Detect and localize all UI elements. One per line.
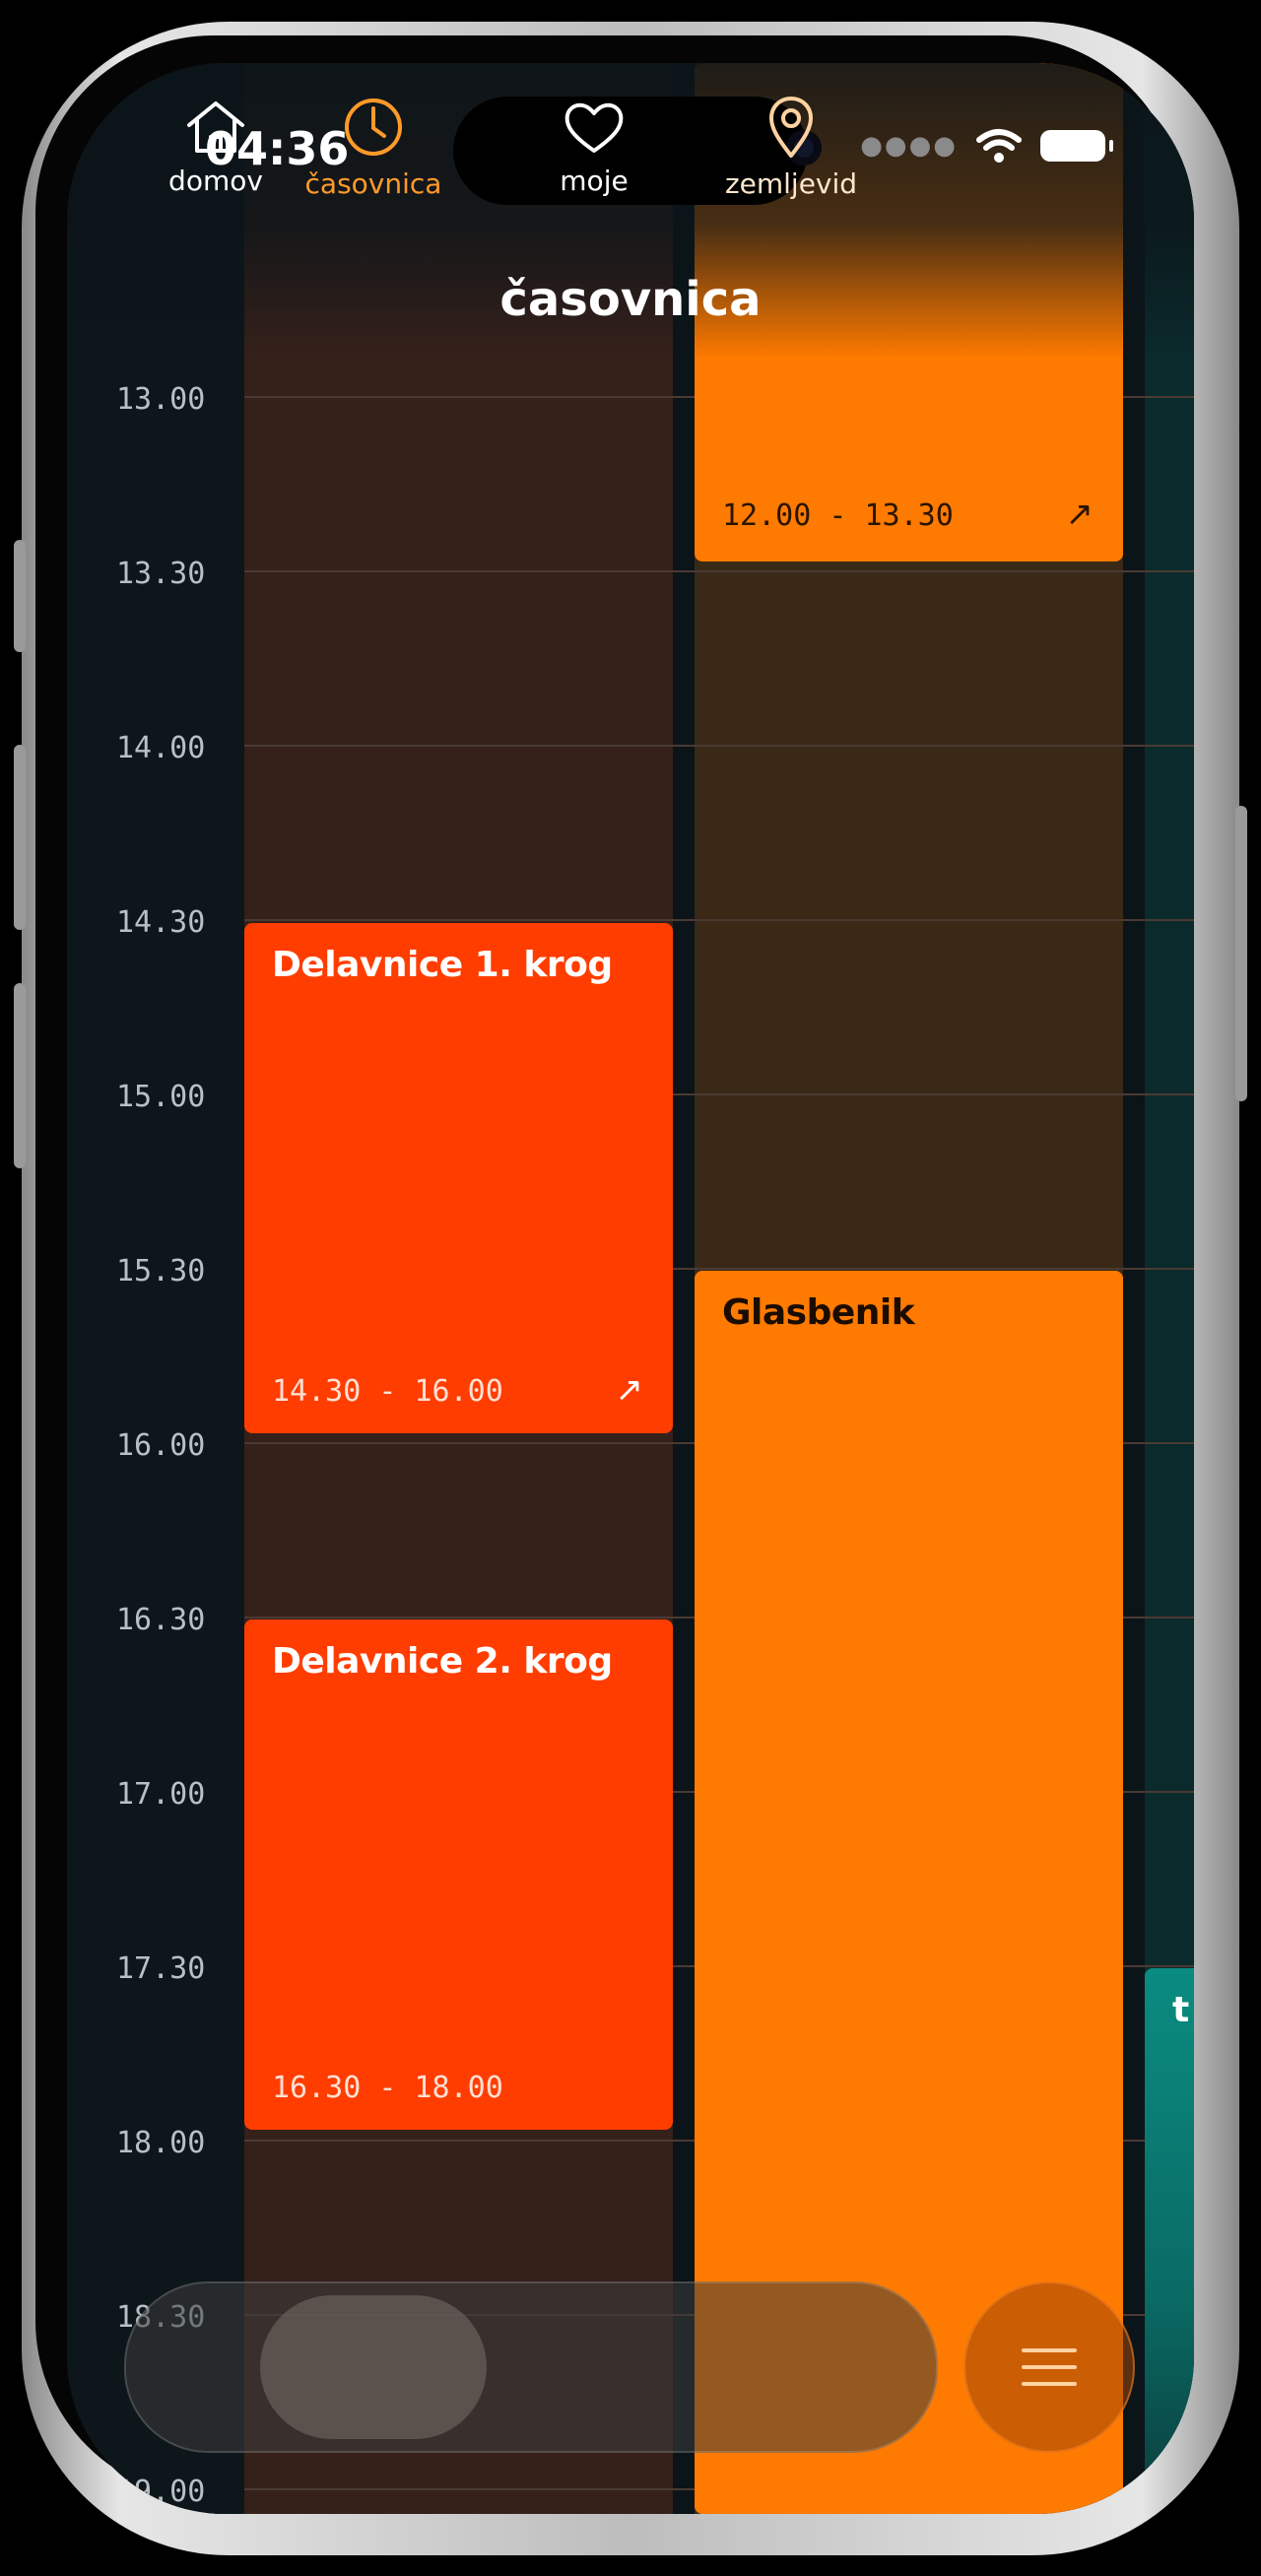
time-label-1600: 16.00 xyxy=(116,1428,206,1463)
volume-up-button xyxy=(14,745,26,930)
hamburger-menu-icon xyxy=(1022,2348,1077,2386)
time-label-1500: 15.00 xyxy=(116,1080,206,1114)
nav-label-casovnica: časovnica xyxy=(304,166,442,200)
nav-item-moje[interactable]: moje xyxy=(500,63,688,231)
page-title: časovnica xyxy=(499,272,762,327)
time-label-1730: 17.30 xyxy=(116,1951,206,1986)
time-label-1300: 13.00 xyxy=(116,382,206,417)
time-label-1400: 14.00 xyxy=(116,731,206,765)
status-icons: ●●●● xyxy=(860,128,1113,164)
wifi-icon xyxy=(976,129,1022,163)
screen[interactable]: 13.00 13.30 14.00 14.30 15.00 15.30 16.0… xyxy=(67,63,1194,2514)
clock-icon xyxy=(345,98,402,156)
gridline xyxy=(244,919,1194,921)
time-label-1630: 16.30 xyxy=(116,1603,206,1637)
time-label-1430: 14.30 xyxy=(116,905,206,940)
map-pin-icon xyxy=(769,96,813,158)
event-delavnice-1-time: 14.30 - 16.00 xyxy=(272,1374,503,1409)
home-icon xyxy=(187,100,244,153)
nav-label-zemljevid: zemljevid xyxy=(724,166,858,200)
event-delavnice-2-time: 16.30 - 18.00 xyxy=(272,2071,503,2105)
time-label-1800: 18.00 xyxy=(116,2126,206,2160)
battery-icon xyxy=(1040,130,1113,162)
event-delavnice-2[interactable]: Delavnice 2. krog 16.30 - 18.00 xyxy=(244,1619,673,2130)
bottom-nav xyxy=(124,2281,938,2453)
nav-item-zemljevid[interactable]: zemljevid xyxy=(697,63,885,231)
event-partial-right[interactable]: t xyxy=(1145,1968,1194,2514)
event-delavnice-2-title: Delavnice 2. krog xyxy=(272,1641,613,1682)
event-partial-right-title: t xyxy=(1172,1990,1189,2030)
nav-item-casovnica[interactable]: časovnica xyxy=(260,63,487,231)
nav-label-moje: moje xyxy=(560,164,629,197)
time-label-1900: 19.00 xyxy=(116,2475,206,2509)
nav-label-domov: domov xyxy=(168,164,263,197)
time-label-1330: 13.30 xyxy=(116,557,206,591)
arrow-up-right-icon: ↗ xyxy=(1065,495,1095,534)
volume-down-button xyxy=(14,983,26,1168)
event-top-time: 12.00 - 13.30 xyxy=(722,498,954,533)
arrow-up-right-icon: ↗ xyxy=(615,1370,644,1410)
gridline xyxy=(244,745,1194,747)
time-label-1700: 17.00 xyxy=(116,1777,206,1812)
menu-button[interactable] xyxy=(963,2281,1135,2453)
power-button xyxy=(1235,806,1247,1101)
heart-icon xyxy=(564,102,624,153)
time-label-1530: 15.30 xyxy=(116,1254,206,1288)
event-glasbenik-title: Glasbenik xyxy=(722,1292,915,1333)
gridline xyxy=(244,570,1194,572)
event-delavnice-1-title: Delavnice 1. krog xyxy=(272,945,613,985)
nav-active-indicator xyxy=(260,2295,487,2439)
event-delavnice-1[interactable]: Delavnice 1. krog 14.30 - 16.00 ↗ xyxy=(244,923,673,1433)
action-button xyxy=(14,540,26,652)
